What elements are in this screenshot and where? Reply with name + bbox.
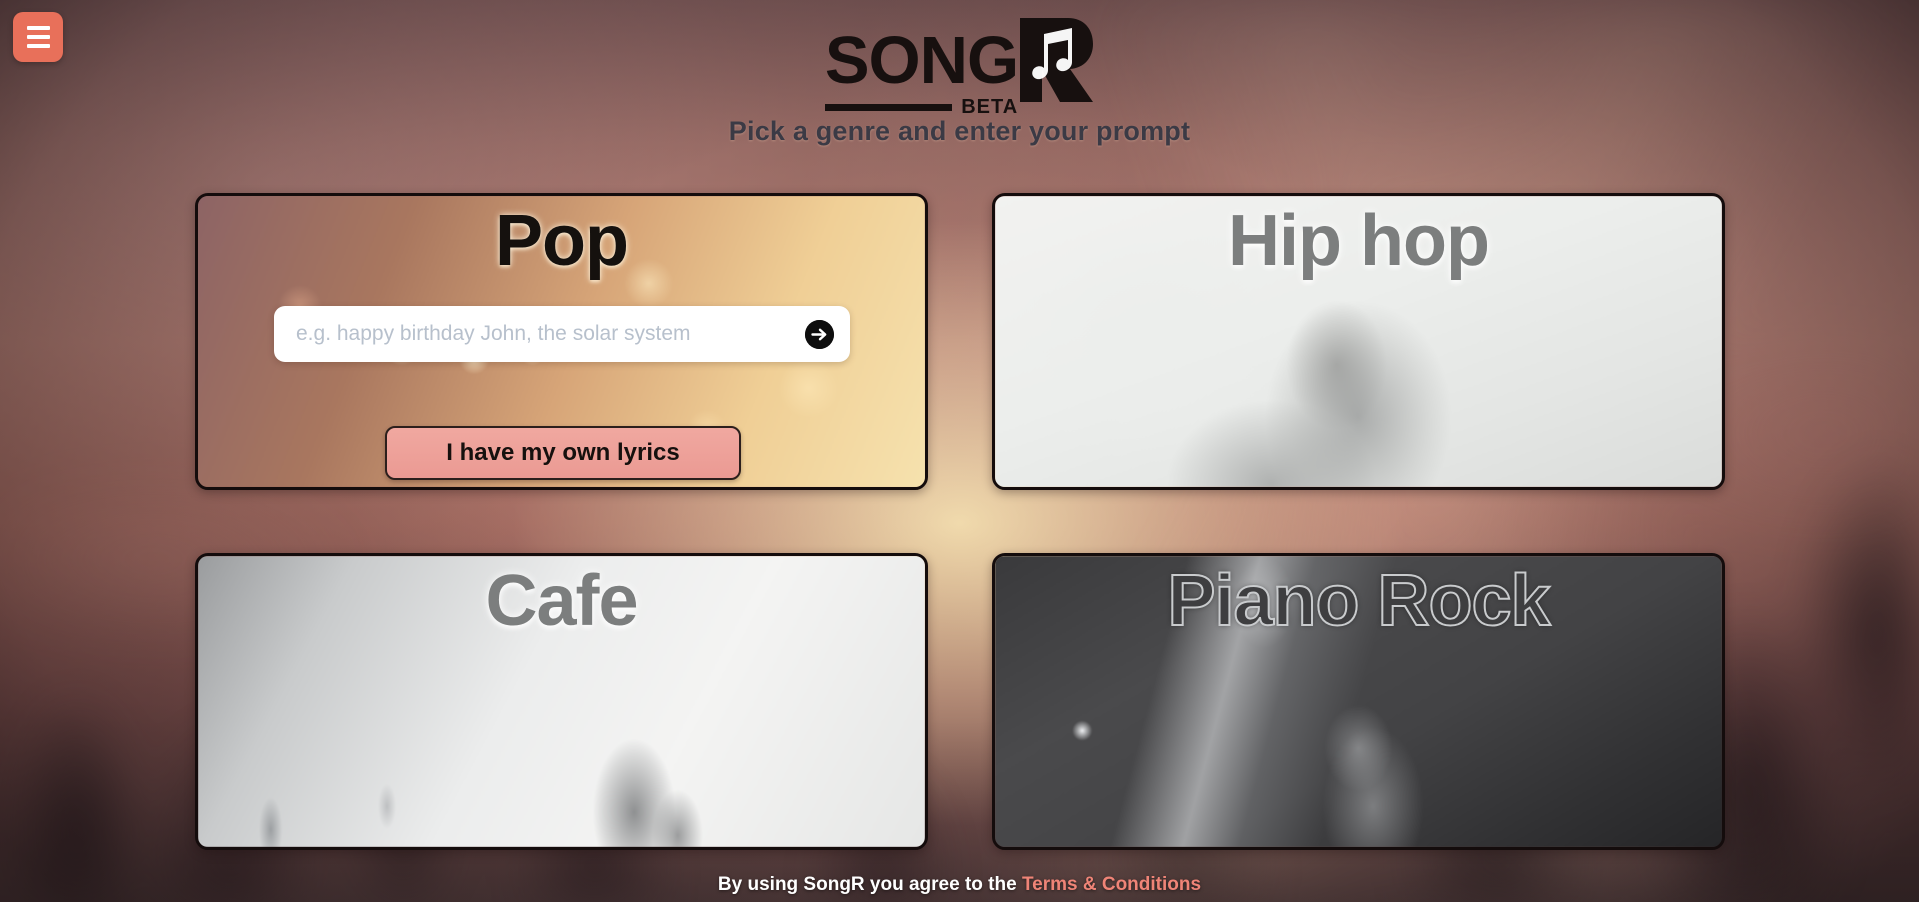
genre-image-pianorock <box>995 556 1722 847</box>
r-note-mark-icon <box>1016 14 1094 106</box>
logo-word: SONG <box>824 23 1019 98</box>
hamburger-icon-bar <box>26 35 50 39</box>
genre-card-hiphop[interactable]: Hip hop <box>992 193 1725 490</box>
own-lyrics-button[interactable]: I have my own lyrics <box>385 426 741 480</box>
app-root: SONG BETA Pick a genre and enter your pr… <box>0 0 1919 902</box>
genre-card-pianorock[interactable]: Piano Rock <box>992 553 1725 850</box>
terms-and-conditions-link[interactable]: Terms & Conditions <box>1022 874 1201 895</box>
footer: By using SongR you agree to the Terms & … <box>0 874 1919 896</box>
logo-under-row: BETA <box>824 95 1019 119</box>
hamburger-menu-button[interactable] <box>13 12 63 62</box>
prompt-input-row <box>274 306 850 362</box>
songr-logo: SONG BETA <box>824 14 1094 118</box>
genre-card-cafe[interactable]: Cafe <box>195 553 928 850</box>
genre-grid: Pop I have my own lyrics Hip hop Cafe <box>195 193 1725 850</box>
arrow-right-circle-icon <box>805 319 834 349</box>
footer-text: By using SongR you agree to the <box>717 874 1017 895</box>
hamburger-icon-bar <box>26 44 50 48</box>
genre-image-cafe <box>198 556 925 847</box>
logo-beta-badge: BETA <box>961 95 1019 118</box>
page-subtitle: Pick a genre and enter your prompt <box>728 116 1191 146</box>
hamburger-icon-bar <box>26 26 50 30</box>
genre-card-pop[interactable]: Pop I have my own lyrics <box>195 193 928 490</box>
logo-wordmark: SONG BETA <box>824 14 1019 119</box>
prompt-submit-button[interactable] <box>805 319 834 349</box>
page-header: SONG BETA Pick a genre and enter your pr… <box>0 0 1919 147</box>
genre-image-hiphop <box>995 196 1722 487</box>
logo-rule <box>824 103 953 111</box>
prompt-input[interactable] <box>296 322 805 346</box>
